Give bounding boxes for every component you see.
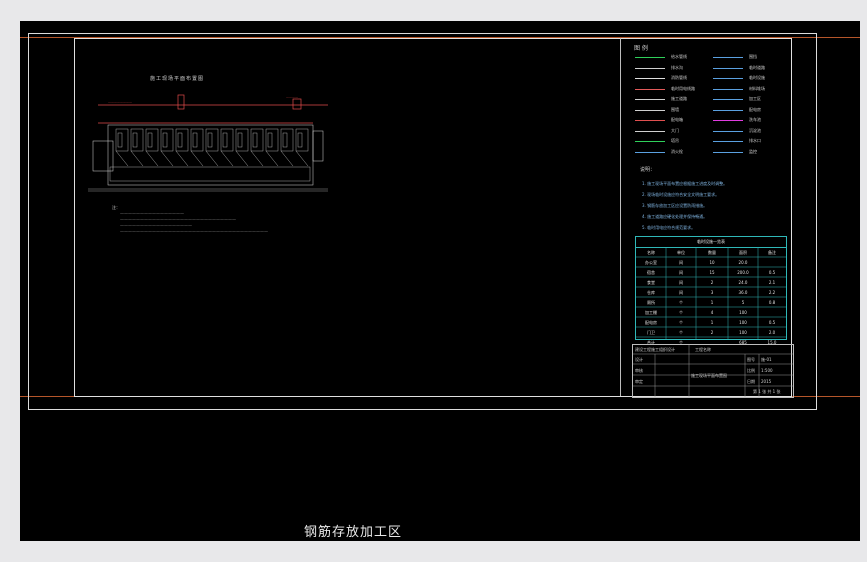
- legend-label: 排水口: [749, 138, 761, 143]
- note-line: 4. 施工道路应硬化处理并保持畅通。: [642, 214, 708, 219]
- table-grid: [636, 247, 786, 339]
- legend-swatch: [713, 130, 743, 132]
- legend-swatch: [635, 130, 665, 132]
- svg-text:————————: ————————: [108, 100, 132, 104]
- title-block: 建设工程施工组织设计 工程名称 施工现场平面布置图 第 1 张 共 1 张 设计…: [632, 344, 794, 398]
- legend-label: 大门: [671, 127, 679, 133]
- plan-red-dimensions: [98, 94, 328, 124]
- legend-swatch: [713, 151, 743, 153]
- legend-label: 沉淀池: [749, 127, 761, 133]
- legend-label: 给水管线: [671, 54, 687, 59]
- legend-label: 消防管线: [671, 75, 687, 80]
- legend-swatch: [635, 67, 665, 69]
- plan-bottom: [88, 188, 328, 192]
- legend-swatch: [713, 99, 743, 100]
- legend-swatch: [713, 78, 743, 79]
- legend-swatch: [635, 78, 665, 79]
- note-line: 3. 钢筋存放加工区应设置防雨措施。: [642, 203, 708, 208]
- tb-grid: [633, 345, 793, 397]
- notes-title: 说明：: [640, 167, 656, 173]
- legend-label: 配电箱: [671, 117, 683, 122]
- legend-label: 排水沟: [671, 64, 683, 70]
- legend-swatch: [713, 57, 743, 58]
- plan-note: —————————————————————————————: [120, 217, 236, 222]
- note-line: 5. 临时用电应符合规范要求。: [642, 225, 696, 230]
- legend-swatch: [713, 120, 743, 121]
- legend-swatch: [635, 120, 665, 121]
- legend-swatch: [635, 141, 665, 142]
- legend-swatch: [713, 88, 743, 90]
- legend-swatch: [635, 99, 665, 100]
- legend-label: 临时用电线路: [671, 85, 695, 91]
- legend-label: 围挡: [749, 54, 757, 59]
- legend-swatch: [635, 151, 665, 153]
- legend-title: 图 例: [634, 45, 648, 52]
- legend-label: 施工道路: [671, 96, 687, 101]
- facilities-table: 临时设施一览表 名称 单位 数量 面积 备注 办公室间 10 20.0 宿舍间 15 200.0 0.…: [635, 236, 787, 345]
- legend-label: 洗车池: [749, 117, 761, 122]
- legend-swatch: [713, 67, 743, 69]
- legend-label: 加工区: [749, 96, 761, 101]
- legend-label: 临时设施: [749, 75, 765, 80]
- legend-swatch: [713, 109, 743, 111]
- plan-note: ————————————————: [120, 211, 184, 216]
- legend-label: 围墙: [671, 106, 679, 112]
- legend-label: 消火栓: [671, 148, 683, 154]
- plan-title: 施工现场平面布置图: [150, 76, 205, 82]
- legend-label: 塔吊: [671, 138, 679, 143]
- plan-note: 注：: [112, 205, 120, 210]
- note-line: 1. 施工现场平面布置应根据施工进度及时调整。: [642, 181, 728, 186]
- legend-label: 监控: [749, 148, 757, 154]
- legend-swatch: [713, 141, 743, 142]
- title-divider: [620, 38, 621, 396]
- plan-cells: [109, 128, 311, 182]
- svg-text:————: ————: [286, 95, 298, 99]
- legend-swatch: [635, 109, 665, 111]
- legend-label: 临时道路: [749, 64, 765, 70]
- legend-swatch: [635, 57, 665, 58]
- legend-label: 材料堆场: [749, 85, 765, 91]
- note-line: 2. 现场临时设施应符合安全文明施工要求。: [642, 192, 720, 197]
- site-plan[interactable]: ———————— ————: [88, 91, 348, 201]
- legend-label: 配电房: [749, 106, 761, 112]
- cad-canvas[interactable]: 施工现场平面布置图 ———————— ———— 注： —————————————…: [20, 21, 860, 541]
- plan-note: ——————————————————: [120, 223, 192, 228]
- plan-red-labels: ———————— ————: [108, 95, 298, 104]
- legend-swatch: [635, 88, 665, 90]
- image-caption: 钢筋存放加工区: [304, 525, 403, 540]
- plan-note: —————————————————————————————————————: [120, 229, 268, 234]
